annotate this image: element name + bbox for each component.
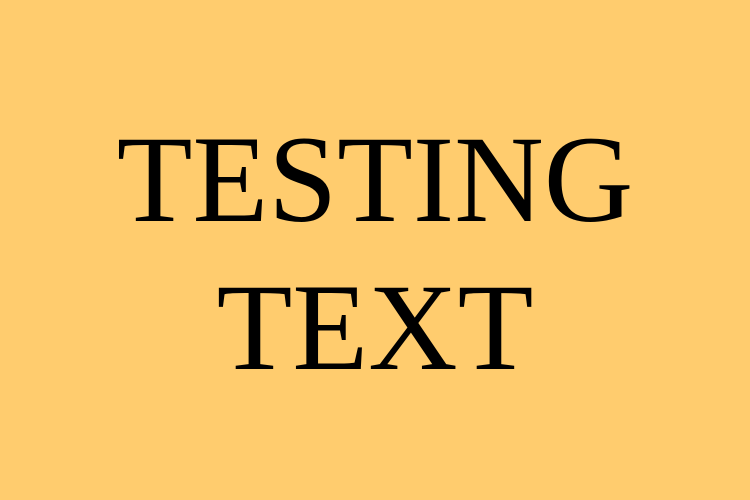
text-line-2: TEXT [216,259,534,396]
text-canvas: TESTING TEXT [0,0,750,500]
text-line-1: TESTING [116,111,634,248]
